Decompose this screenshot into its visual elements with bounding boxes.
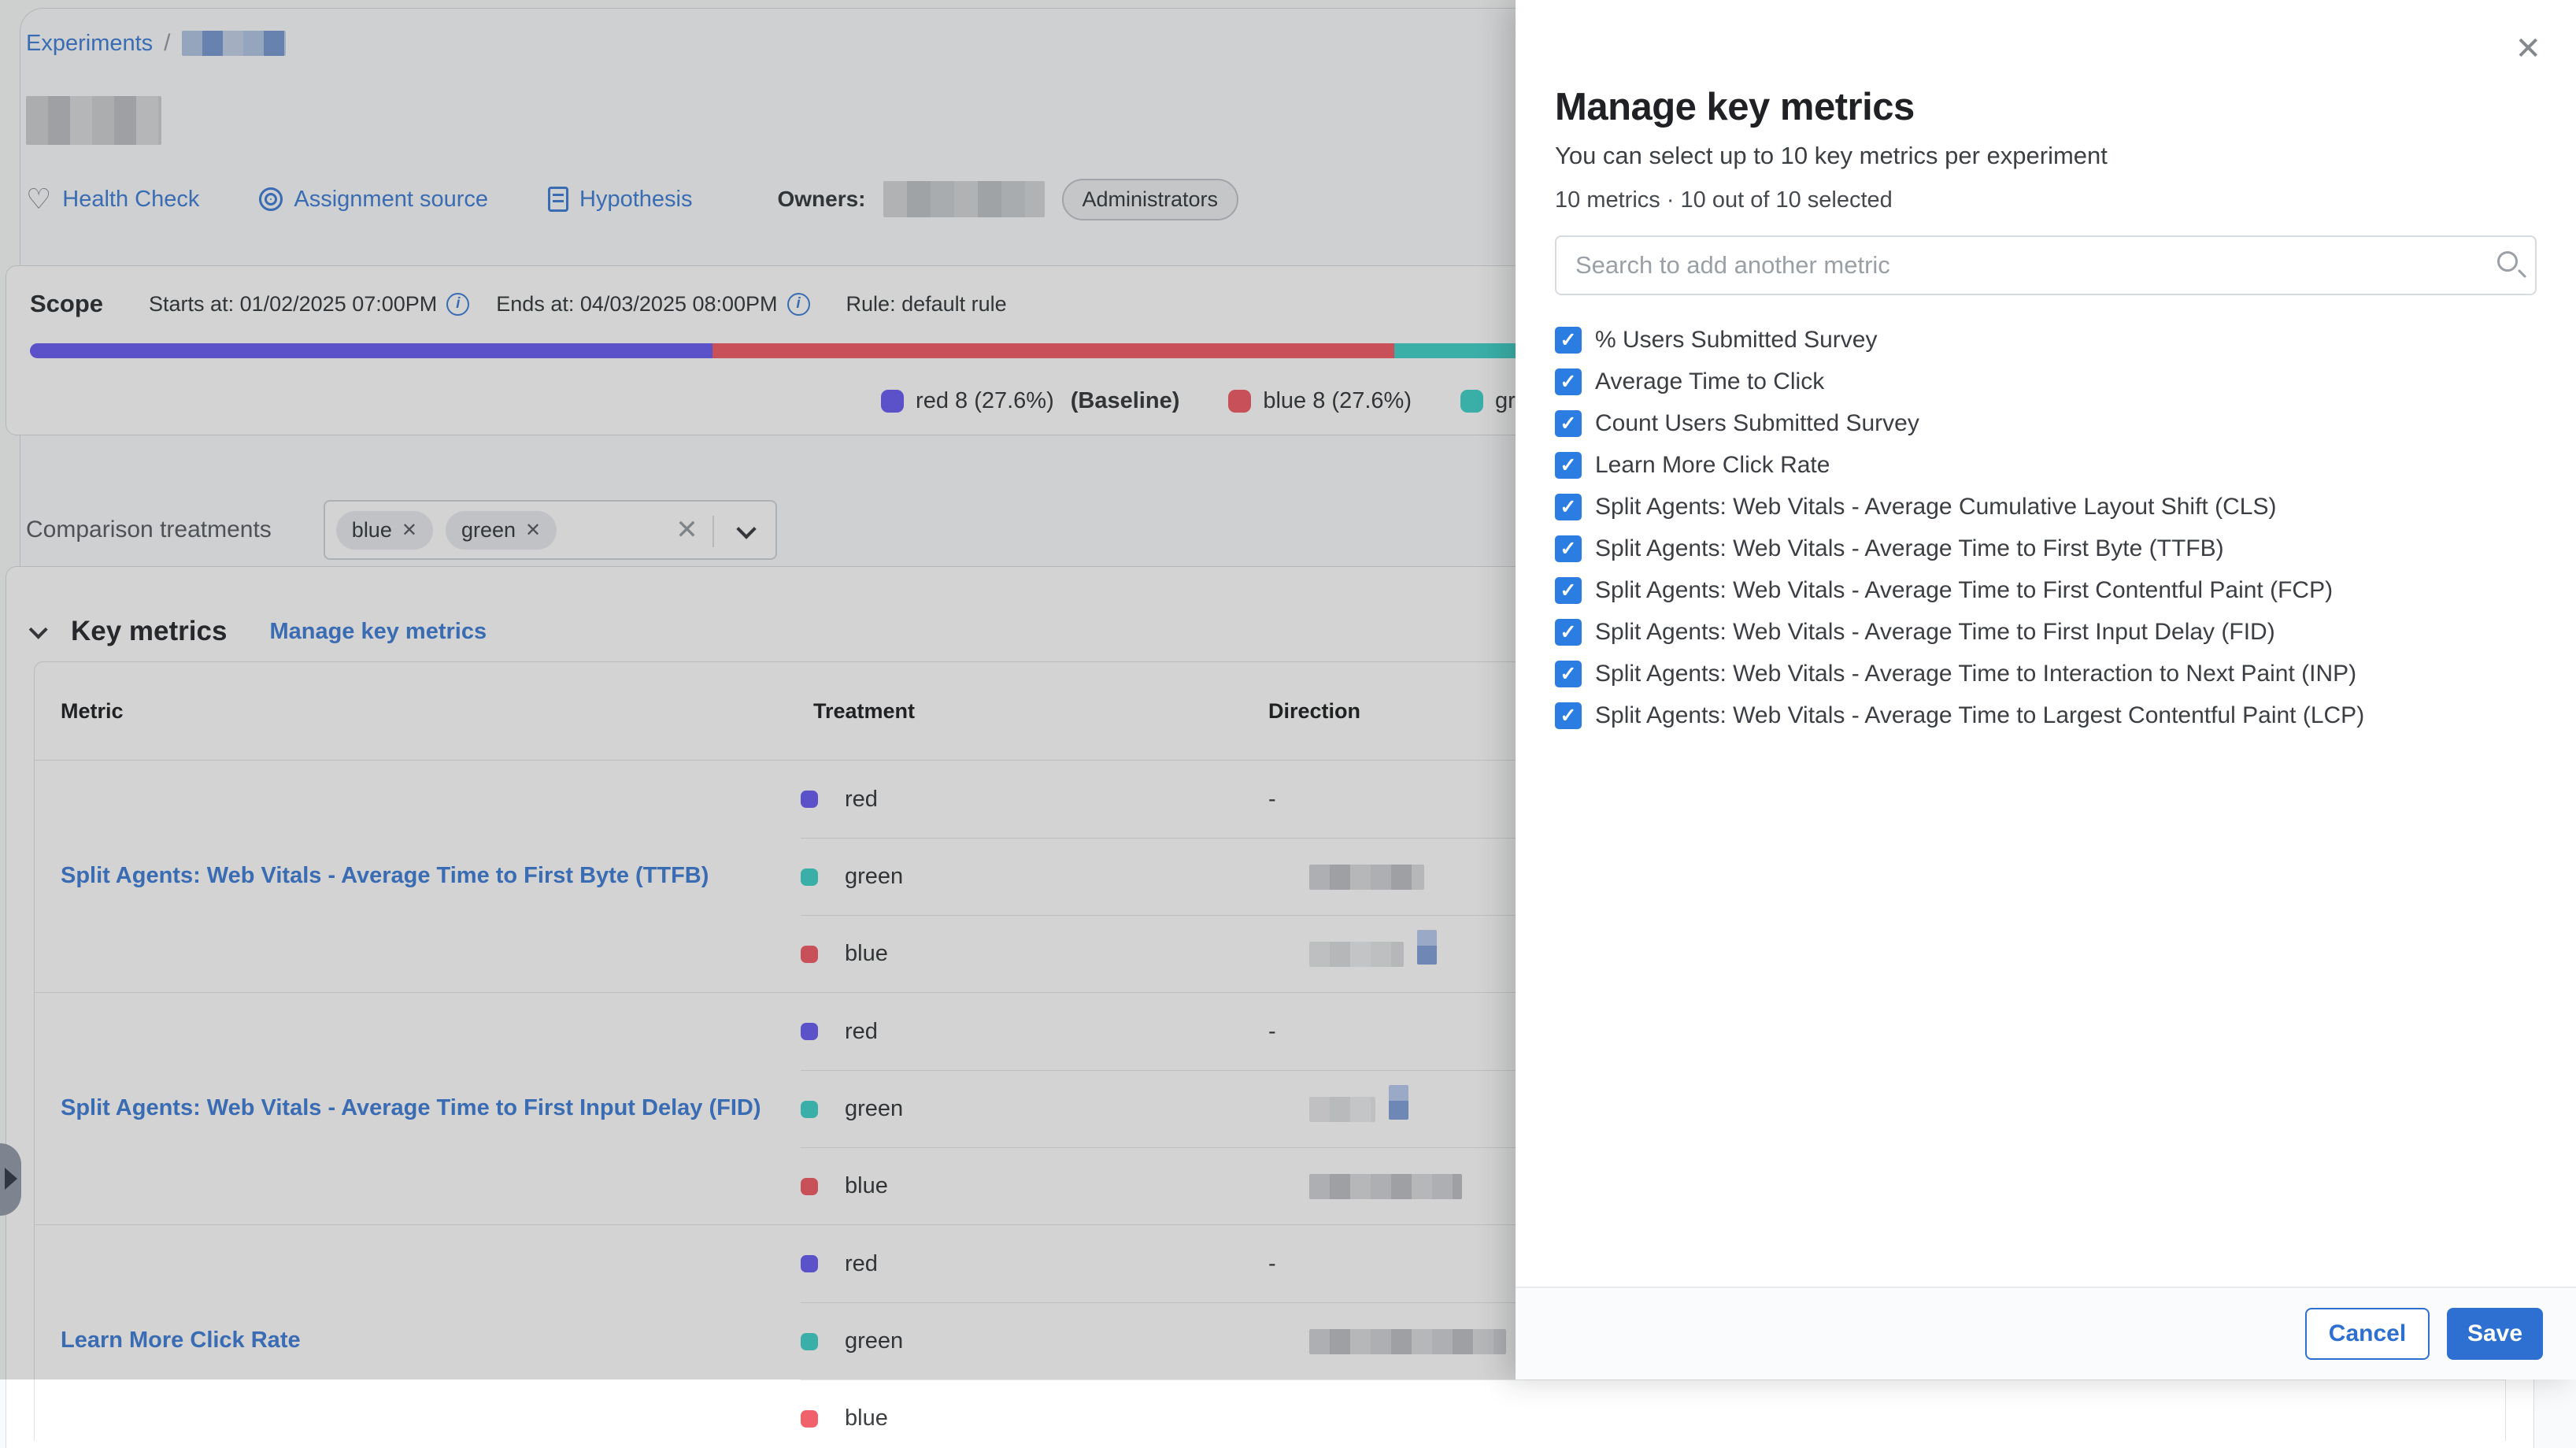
metric-checkbox-list: % Users Submitted Survey Average Time to… [1555, 319, 2537, 736]
drawer-title: Manage key metrics [1555, 85, 2537, 129]
metric-checkbox-row[interactable]: Average Time to Click [1555, 361, 2537, 402]
metric-label: % Users Submitted Survey [1595, 327, 1877, 354]
checkbox-checked-icon[interactable] [1555, 619, 1582, 646]
metric-label: Split Agents: Web Vitals - Average Time … [1595, 535, 2224, 562]
search-icon [2497, 251, 2518, 272]
save-button[interactable]: Save [2447, 1308, 2543, 1360]
table-row: blue [801, 1379, 1257, 1441]
metric-checkbox-row[interactable]: Split Agents: Web Vitals - Average Time … [1555, 528, 2537, 569]
checkbox-checked-icon[interactable] [1555, 661, 1582, 687]
metric-checkbox-row[interactable]: Split Agents: Web Vitals - Average Time … [1555, 694, 2537, 736]
checkbox-checked-icon[interactable] [1555, 452, 1582, 479]
metric-label: Average Time to Click [1595, 368, 1824, 395]
metric-checkbox-row[interactable]: Learn More Click Rate [1555, 444, 2537, 486]
metrics-count-summary: 10 metrics · 10 out of 10 selected [1555, 187, 2537, 213]
metric-search [1555, 235, 2537, 295]
metric-checkbox-row[interactable]: Count Users Submitted Survey [1555, 402, 2537, 444]
manage-key-metrics-drawer: ✕ Manage key metrics You can select up t… [1516, 0, 2576, 1379]
treatment-swatch-blue [801, 1410, 818, 1428]
checkbox-checked-icon[interactable] [1555, 535, 1582, 562]
drawer-subtitle: You can select up to 10 key metrics per … [1555, 142, 2537, 170]
checkbox-checked-icon[interactable] [1555, 368, 1582, 395]
search-input[interactable] [1555, 235, 2537, 295]
metric-checkbox-row[interactable]: Split Agents: Web Vitals - Average Time … [1555, 611, 2537, 653]
treatment-name: blue [845, 1405, 888, 1431]
close-icon[interactable]: ✕ [2515, 33, 2541, 65]
metric-label: Learn More Click Rate [1595, 452, 1830, 479]
metric-label: Count Users Submitted Survey [1595, 410, 1919, 437]
direction-cell [1257, 1379, 2505, 1441]
checkbox-checked-icon[interactable] [1555, 577, 1582, 604]
checkbox-checked-icon[interactable] [1555, 494, 1582, 520]
checkbox-checked-icon[interactable] [1555, 702, 1582, 729]
drawer-footer: Cancel Save [1516, 1287, 2576, 1379]
metric-checkbox-row[interactable]: Split Agents: Web Vitals - Average Cumul… [1555, 486, 2537, 528]
metric-checkbox-row[interactable]: Split Agents: Web Vitals - Average Time … [1555, 569, 2537, 611]
checkbox-checked-icon[interactable] [1555, 327, 1582, 354]
metric-label: Split Agents: Web Vitals - Average Time … [1595, 619, 2275, 646]
metric-label: Split Agents: Web Vitals - Average Time … [1595, 702, 2364, 729]
metric-label: Split Agents: Web Vitals - Average Cumul… [1595, 494, 2276, 520]
metric-label: Split Agents: Web Vitals - Average Time … [1595, 577, 2333, 604]
cancel-button[interactable]: Cancel [2305, 1308, 2430, 1360]
metric-checkbox-row[interactable]: % Users Submitted Survey [1555, 319, 2537, 361]
metric-checkbox-row[interactable]: Split Agents: Web Vitals - Average Time … [1555, 653, 2537, 694]
checkbox-checked-icon[interactable] [1555, 410, 1582, 437]
metric-label: Split Agents: Web Vitals - Average Time … [1595, 661, 2356, 687]
